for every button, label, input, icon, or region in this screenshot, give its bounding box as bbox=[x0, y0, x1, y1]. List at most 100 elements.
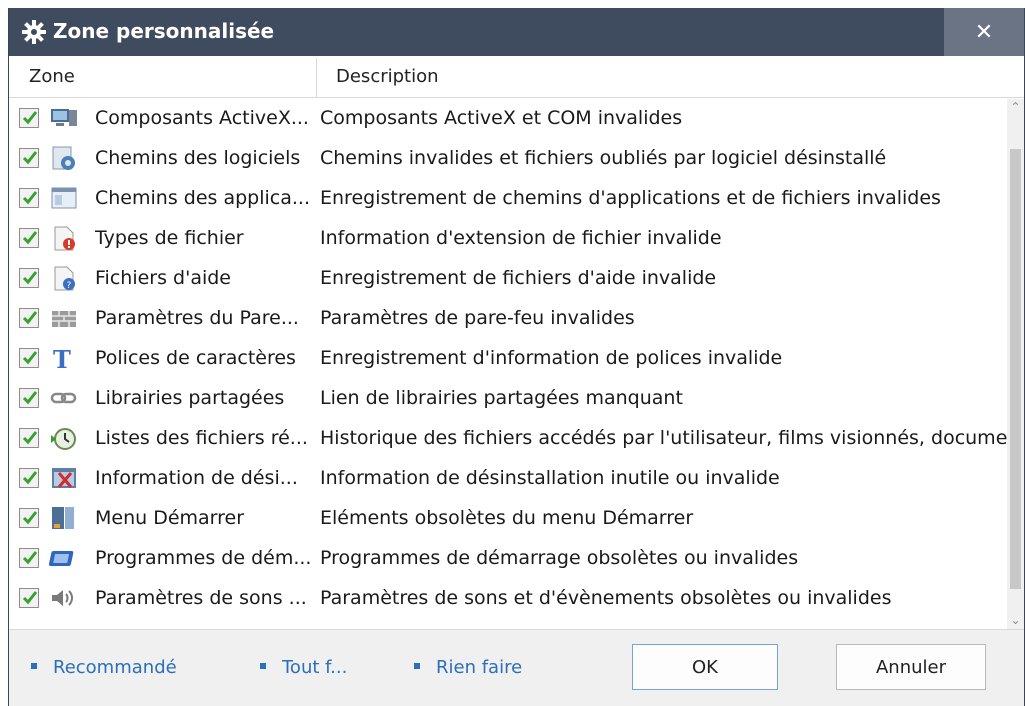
start-menu-icon bbox=[52, 507, 74, 529]
zone-name: Fichiers d'aide bbox=[95, 267, 231, 289]
application-window-icon bbox=[51, 187, 77, 209]
checkmark-icon bbox=[22, 111, 38, 125]
checkbox[interactable] bbox=[19, 428, 39, 448]
bullet-icon bbox=[260, 663, 266, 669]
zone-description: Enregistrement de fichiers d'aide invali… bbox=[320, 267, 717, 289]
dialog-footer: Recommandé Tout f... Rien faire OK Annul… bbox=[9, 629, 1024, 706]
checkbox[interactable] bbox=[19, 468, 39, 488]
help-file-icon: ? bbox=[54, 266, 75, 291]
checkbox[interactable] bbox=[19, 348, 39, 368]
chain-link-icon bbox=[50, 392, 77, 404]
checkbox[interactable] bbox=[19, 108, 39, 128]
checkmark-icon bbox=[22, 511, 38, 525]
checkbox[interactable] bbox=[19, 308, 39, 328]
list-item[interactable]: Types de fichier Information d'extension … bbox=[9, 219, 1009, 259]
zone-name: Types de fichier bbox=[95, 227, 244, 249]
scroll-thumb[interactable] bbox=[1010, 149, 1021, 589]
column-divider[interactable] bbox=[316, 58, 317, 98]
select-none-link[interactable]: Rien faire bbox=[414, 657, 522, 678]
list-item[interactable]: Chemins des logiciels Chemins invalides e… bbox=[9, 139, 1009, 179]
checkmark-icon bbox=[22, 471, 38, 485]
list-item[interactable]: Information de dési... Information de dés… bbox=[9, 459, 1009, 499]
zone-description: Information de désinstallation inutile o… bbox=[320, 467, 780, 489]
zone-description: Enregistrement de chemins d'applications… bbox=[320, 187, 941, 209]
svg-text:T: T bbox=[53, 345, 71, 371]
scroll-up-icon[interactable]: ⌃ bbox=[1007, 99, 1024, 116]
zone-name: Menu Démarrer bbox=[95, 507, 245, 529]
list-item[interactable]: Paramètres du Pare... Paramètres de pare-… bbox=[9, 299, 1009, 339]
recommended-link[interactable]: Recommandé bbox=[31, 657, 177, 678]
close-button[interactable]: ✕ bbox=[944, 8, 1024, 56]
ok-button[interactable]: OK bbox=[632, 644, 778, 690]
checkbox[interactable] bbox=[19, 508, 39, 528]
list-item[interactable]: Chemins des applica... Enregistrement de … bbox=[9, 179, 1009, 219]
file-type-error-icon bbox=[54, 226, 75, 251]
scroll-down-icon[interactable]: ⌄ bbox=[1007, 612, 1024, 629]
zone-description: Historique des fichiers accédés par l'ut… bbox=[320, 427, 1009, 449]
zone-description: Paramètres de pare-feu invalides bbox=[320, 307, 635, 329]
zone-description: Paramètres de sons et d'évènements obsol… bbox=[320, 587, 892, 609]
checkbox[interactable] bbox=[19, 148, 39, 168]
checkbox[interactable] bbox=[19, 548, 39, 568]
cancel-button[interactable]: Annuler bbox=[836, 644, 986, 690]
firewall-icon bbox=[52, 311, 76, 327]
zone-name: Chemins des applica... bbox=[95, 187, 310, 209]
startup-programs-icon bbox=[49, 551, 74, 566]
checkmark-icon bbox=[22, 351, 38, 365]
zone-list: Composants ActiveX... Composants ActiveX … bbox=[9, 99, 1009, 629]
bullet-icon bbox=[414, 663, 420, 669]
list-item[interactable]: Programmes de dém... Programmes de démarr… bbox=[9, 539, 1009, 579]
uninstall-icon bbox=[52, 468, 76, 488]
checkmark-icon bbox=[22, 591, 38, 605]
checkmark-icon bbox=[22, 231, 38, 245]
zone-name: Librairies partagées bbox=[95, 387, 285, 409]
svg-text:?: ? bbox=[67, 281, 72, 291]
zone-name: Paramètres de sons ... bbox=[95, 587, 307, 609]
select-none-link-label: Rien faire bbox=[436, 657, 523, 678]
zone-description: Chemins invalides et fichiers oubliés pa… bbox=[320, 147, 887, 169]
checkbox[interactable] bbox=[19, 588, 39, 608]
history-icon bbox=[51, 428, 76, 450]
list-item[interactable]: Listes des fichiers ré... Historique des … bbox=[9, 419, 1009, 459]
zone-description: Eléments obsolètes du menu Démarrer bbox=[320, 507, 694, 529]
column-header-description[interactable]: Description bbox=[336, 56, 439, 98]
checkmark-icon bbox=[22, 431, 38, 445]
font-icon: T bbox=[53, 345, 71, 371]
zone-description: Information d'extension de fichier inval… bbox=[320, 227, 722, 249]
list-item[interactable]: ? Fichiers d'aide Enregistrement de fichie… bbox=[9, 259, 1009, 299]
checkbox[interactable] bbox=[19, 268, 39, 288]
vertical-scrollbar[interactable]: ⌃ ⌄ bbox=[1007, 99, 1024, 629]
list-item[interactable]: Librairies partagées Lien de librairies p… bbox=[9, 379, 1009, 419]
gear-icon bbox=[22, 20, 46, 44]
list-item[interactable]: Paramètres de sons ... Paramètres de sons… bbox=[9, 579, 1009, 619]
zone-name: Listes des fichiers ré... bbox=[95, 427, 308, 449]
speaker-icon bbox=[52, 590, 73, 606]
zone-name: Chemins des logiciels bbox=[95, 147, 301, 169]
zone-description: Composants ActiveX et COM invalides bbox=[320, 107, 683, 129]
list-header: Zone Description bbox=[9, 56, 1024, 98]
checkmark-icon bbox=[22, 311, 38, 325]
zone-name: Information de dési... bbox=[95, 467, 298, 489]
dialog-title: Zone personnalisée bbox=[53, 19, 275, 43]
list-item[interactable]: Menu Démarrer Eléments obsolètes du menu … bbox=[9, 499, 1009, 539]
checkbox[interactable] bbox=[19, 228, 39, 248]
checkbox[interactable] bbox=[19, 388, 39, 408]
software-paths-icon bbox=[52, 146, 75, 170]
zone-description: Enregistrement d'information de polices … bbox=[320, 347, 783, 369]
list-item[interactable]: Composants ActiveX... Composants ActiveX … bbox=[9, 99, 1009, 139]
zone-description: Lien de librairies partagées manquant bbox=[320, 387, 683, 409]
list-item[interactable]: T Polices de caractères Enregistrement d'i… bbox=[9, 339, 1009, 379]
checkmark-icon bbox=[22, 551, 38, 565]
zone-name: Composants ActiveX... bbox=[95, 107, 309, 129]
recommended-link-label: Recommandé bbox=[53, 657, 177, 678]
title-bar: Zone personnalisée ✕ bbox=[9, 8, 1024, 56]
checkmark-icon bbox=[22, 151, 38, 165]
checkbox[interactable] bbox=[19, 188, 39, 208]
checkmark-icon bbox=[22, 391, 38, 405]
select-all-link-label: Tout f... bbox=[282, 657, 348, 678]
select-all-link[interactable]: Tout f... bbox=[260, 657, 347, 678]
checkmark-icon bbox=[22, 191, 38, 205]
column-header-zone[interactable]: Zone bbox=[29, 56, 75, 98]
monitor-icon bbox=[51, 109, 77, 126]
checkmark-icon bbox=[22, 271, 38, 285]
